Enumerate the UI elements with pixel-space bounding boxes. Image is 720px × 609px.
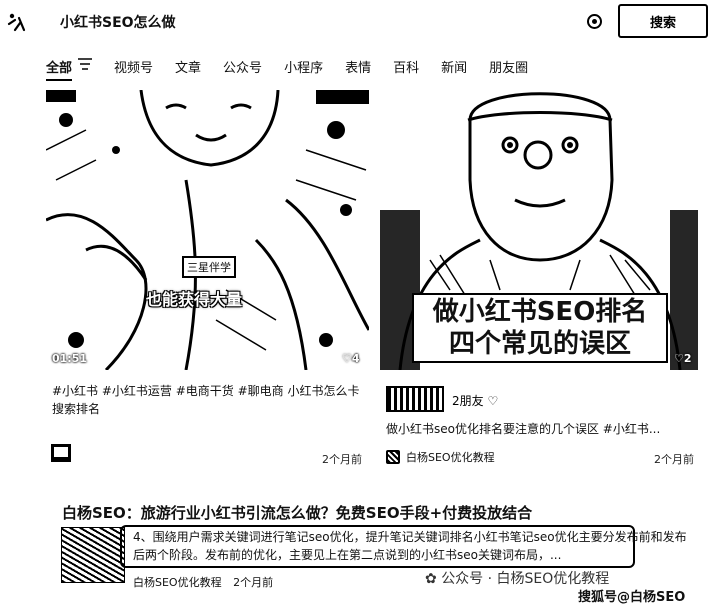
video-name-tag: 三星伴学	[182, 256, 236, 278]
clear-search-icon[interactable]	[587, 14, 602, 29]
heart-icon: ♡	[674, 352, 684, 365]
author-avatar[interactable]	[51, 444, 71, 462]
tab-label: 全部	[46, 60, 73, 76]
video-duration: 01:51	[52, 352, 88, 365]
wechat-search-logo-icon[interactable]	[6, 11, 28, 33]
tab-channels[interactable]: 视频号	[114, 57, 153, 76]
friends-avatars[interactable]	[386, 386, 444, 412]
tab-mini-programs[interactable]: 小程序	[284, 57, 323, 76]
video-time: 2个月前	[654, 453, 694, 466]
friends-liked-label: 2朋友	[452, 394, 484, 408]
article-meta: 白杨SEO优化教程 2个月前	[133, 574, 273, 590]
tab-articles[interactable]: 文章	[175, 57, 201, 76]
heart-icon: ♡	[487, 394, 499, 408]
article-source[interactable]: 白杨SEO优化教程	[133, 576, 222, 589]
category-tabs: 全部 视频号 文章 公众号 小程序 表情 百科 新闻 朋友圈	[46, 56, 550, 81]
like-count-value: 4	[351, 352, 360, 365]
overlay-line-2: 四个常见的误区	[448, 329, 631, 359]
article-title[interactable]: 白杨SEO：旅游行业小红书引流怎么做？免费SEO手段+付费投放结合	[62, 502, 532, 523]
video-author[interactable]: 白杨SEO优化教程	[386, 449, 495, 465]
search-bar: 小红书SEO怎么做 搜索	[0, 0, 720, 44]
video-title[interactable]: 做小红书seo优化排名要注意的几个误区 #小红书...	[386, 420, 698, 438]
tab-all[interactable]: 全部	[46, 57, 73, 81]
article-snippet: 4、围绕用户需求关键词进行笔记seo优化，提升笔记关键词排名小红书笔记seo优化…	[133, 530, 687, 562]
watermark-sohu: 搜狐号@白杨SEO	[578, 590, 686, 605]
author-avatar	[386, 450, 400, 464]
overlay-line-1: 做小红书SEO排名	[432, 297, 648, 327]
tab-stickers[interactable]: 表情	[345, 57, 371, 76]
tab-news[interactable]: 新闻	[441, 57, 467, 76]
video-title[interactable]: #小红书 #小红书运营 #电商干货 #聊电商 小红书怎么卡搜索排名	[52, 382, 362, 418]
video-frame-image	[46, 90, 369, 370]
video-title-overlay: 做小红书SEO排名 四个常见的误区	[412, 293, 668, 363]
tab-moments[interactable]: 朋友圈	[489, 57, 528, 76]
like-count-value: 2	[683, 352, 692, 365]
like-count: ♡4	[342, 352, 360, 365]
watermark-wechat: ✿ 公众号 · 白杨SEO优化教程	[425, 568, 609, 588]
video-time: 2个月前	[322, 453, 362, 466]
filter-icon[interactable]	[78, 58, 93, 74]
friends-liked: 2朋友 ♡	[452, 392, 498, 409]
search-button[interactable]: 搜索	[618, 4, 708, 38]
video-thumbnail[interactable]: 三星伴学 也能获得大量 01:51 ♡4	[46, 90, 369, 370]
watermark-wechat-text: 公众号 · 白杨SEO优化教程	[441, 571, 610, 587]
wechat-icon: ✿	[425, 571, 442, 587]
tab-encyclopedia[interactable]: 百科	[393, 57, 419, 76]
like-count: ♡2	[674, 352, 692, 365]
video-caption: 也能获得大量	[146, 290, 243, 309]
article-thumbnail[interactable]	[61, 527, 125, 583]
author-name: 白杨SEO优化教程	[406, 451, 495, 464]
tab-official-accounts[interactable]: 公众号	[223, 57, 262, 76]
search-input[interactable]: 小红书SEO怎么做	[60, 12, 176, 32]
heart-icon: ♡	[342, 352, 352, 365]
article-time: 2个月前	[233, 576, 274, 589]
